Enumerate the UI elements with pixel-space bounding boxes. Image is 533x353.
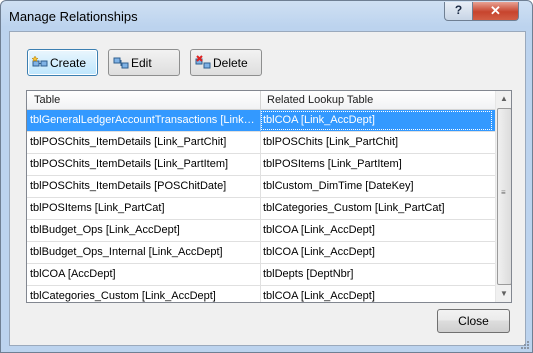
edit-relationship-icon: [113, 57, 129, 69]
cell-table: tblGeneralLedgerAccountTransactions [Lin…: [30, 114, 257, 126]
window-title: Manage Relationships: [9, 9, 138, 24]
cell-table: tblPOSChits_ItemDetails [Link_PartChit]: [30, 136, 227, 148]
help-button[interactable]: ?: [444, 2, 473, 21]
window-close-button[interactable]: ✕: [472, 2, 519, 21]
cell-table: tblPOSItems [Link_PartCat]: [30, 202, 165, 214]
close-button[interactable]: Close: [437, 309, 510, 333]
edit-button[interactable]: Edit: [108, 49, 180, 76]
dialog-body: Create Edit Delete Table Related Lookup …: [9, 31, 526, 346]
edit-button-label: Edit: [131, 56, 152, 70]
cell-table: tblPOSChits_ItemDetails [Link_PartItem]: [30, 158, 229, 170]
cell-related-lookup-table: tblCOA [Link_AccDept]: [263, 224, 375, 236]
table-row[interactable]: tblPOSChits_ItemDetails [Link_PartChit] t…: [27, 132, 495, 154]
cell-divider: [260, 176, 261, 198]
delete-button-label: Delete: [213, 56, 248, 70]
table-row[interactable]: tblCategories_Custom [Link_AccDept] tblCO…: [27, 286, 495, 302]
column-divider[interactable]: [260, 91, 261, 109]
scroll-grip-icon: ≡: [501, 188, 506, 197]
cell-related-lookup-table: tblCOA [Link_AccDept]: [263, 246, 375, 258]
cell-divider: [260, 264, 261, 286]
cell-related-lookup-table: tblCategories_Custom [Link_PartCat]: [263, 202, 445, 214]
relationships-table[interactable]: Table Related Lookup Table tblGeneralLed…: [26, 90, 512, 303]
cell-table: tblBudget_Ops_Internal [Link_AccDept]: [30, 246, 223, 258]
scroll-up-arrow-icon[interactable]: ▲: [496, 91, 511, 107]
table-row[interactable]: tblBudget_Ops [Link_AccDept] tblCOA [Link…: [27, 220, 495, 242]
cell-related-lookup-table: tblPOSChits [Link_PartChit]: [263, 136, 399, 148]
cell-divider: [260, 154, 261, 176]
manage-relationships-dialog: Manage Relationships ? ✕ Create Edit Del…: [0, 0, 533, 353]
cell-related-lookup-table: tblDepts [DeptNbr]: [263, 268, 354, 280]
delete-button[interactable]: Delete: [190, 49, 262, 76]
table-row[interactable]: tblGeneralLedgerAccountTransactions [Lin…: [27, 110, 495, 132]
resize-grip-icon[interactable]: [520, 340, 530, 350]
delete-relationship-icon: [195, 55, 211, 69]
create-relationship-icon: [32, 55, 48, 67]
table-row[interactable]: tblCOA [AccDept] tblDepts [DeptNbr]: [27, 264, 495, 286]
cell-table: tblPOSChits_ItemDetails [POSChitDate]: [30, 180, 227, 192]
cell-table: tblBudget_Ops [Link_AccDept]: [30, 224, 180, 236]
table-header: Table Related Lookup Table: [27, 91, 495, 110]
cell-divider: [260, 132, 261, 154]
vertical-scrollbar[interactable]: ▲ ≡ ▼: [495, 91, 511, 302]
scroll-down-arrow-icon[interactable]: ▼: [496, 286, 511, 302]
cell-divider: [260, 242, 261, 264]
cell-divider: [260, 286, 261, 302]
create-button-label: Create: [50, 56, 87, 70]
table-row[interactable]: tblPOSChits_ItemDetails [POSChitDate] tbl…: [27, 176, 495, 198]
cell-table: tblCategories_Custom [Link_AccDept]: [30, 290, 216, 302]
focus-rectangle: [261, 111, 492, 130]
cell-divider: [260, 198, 261, 220]
cell-divider: [260, 220, 261, 242]
column-header-table[interactable]: Table: [34, 94, 60, 106]
cell-related-lookup-table: tblCustom_DimTime [DateKey]: [263, 180, 414, 192]
table-row[interactable]: tblPOSChits_ItemDetails [Link_PartItem] t…: [27, 154, 495, 176]
cell-related-lookup-table: tblCOA [Link_AccDept]: [263, 290, 375, 302]
cell-related-lookup-table: tblPOSItems [Link_PartItem]: [263, 158, 402, 170]
title-bar[interactable]: Manage Relationships ? ✕: [1, 1, 532, 31]
scroll-thumb[interactable]: ≡: [497, 108, 511, 285]
table-row[interactable]: tblBudget_Ops_Internal [Link_AccDept] tbl…: [27, 242, 495, 264]
table-row[interactable]: tblPOSItems [Link_PartCat] tblCategories_…: [27, 198, 495, 220]
cell-table: tblCOA [AccDept]: [30, 268, 116, 280]
column-header-related-lookup-table[interactable]: Related Lookup Table: [267, 94, 373, 106]
create-button[interactable]: Create: [27, 49, 98, 76]
